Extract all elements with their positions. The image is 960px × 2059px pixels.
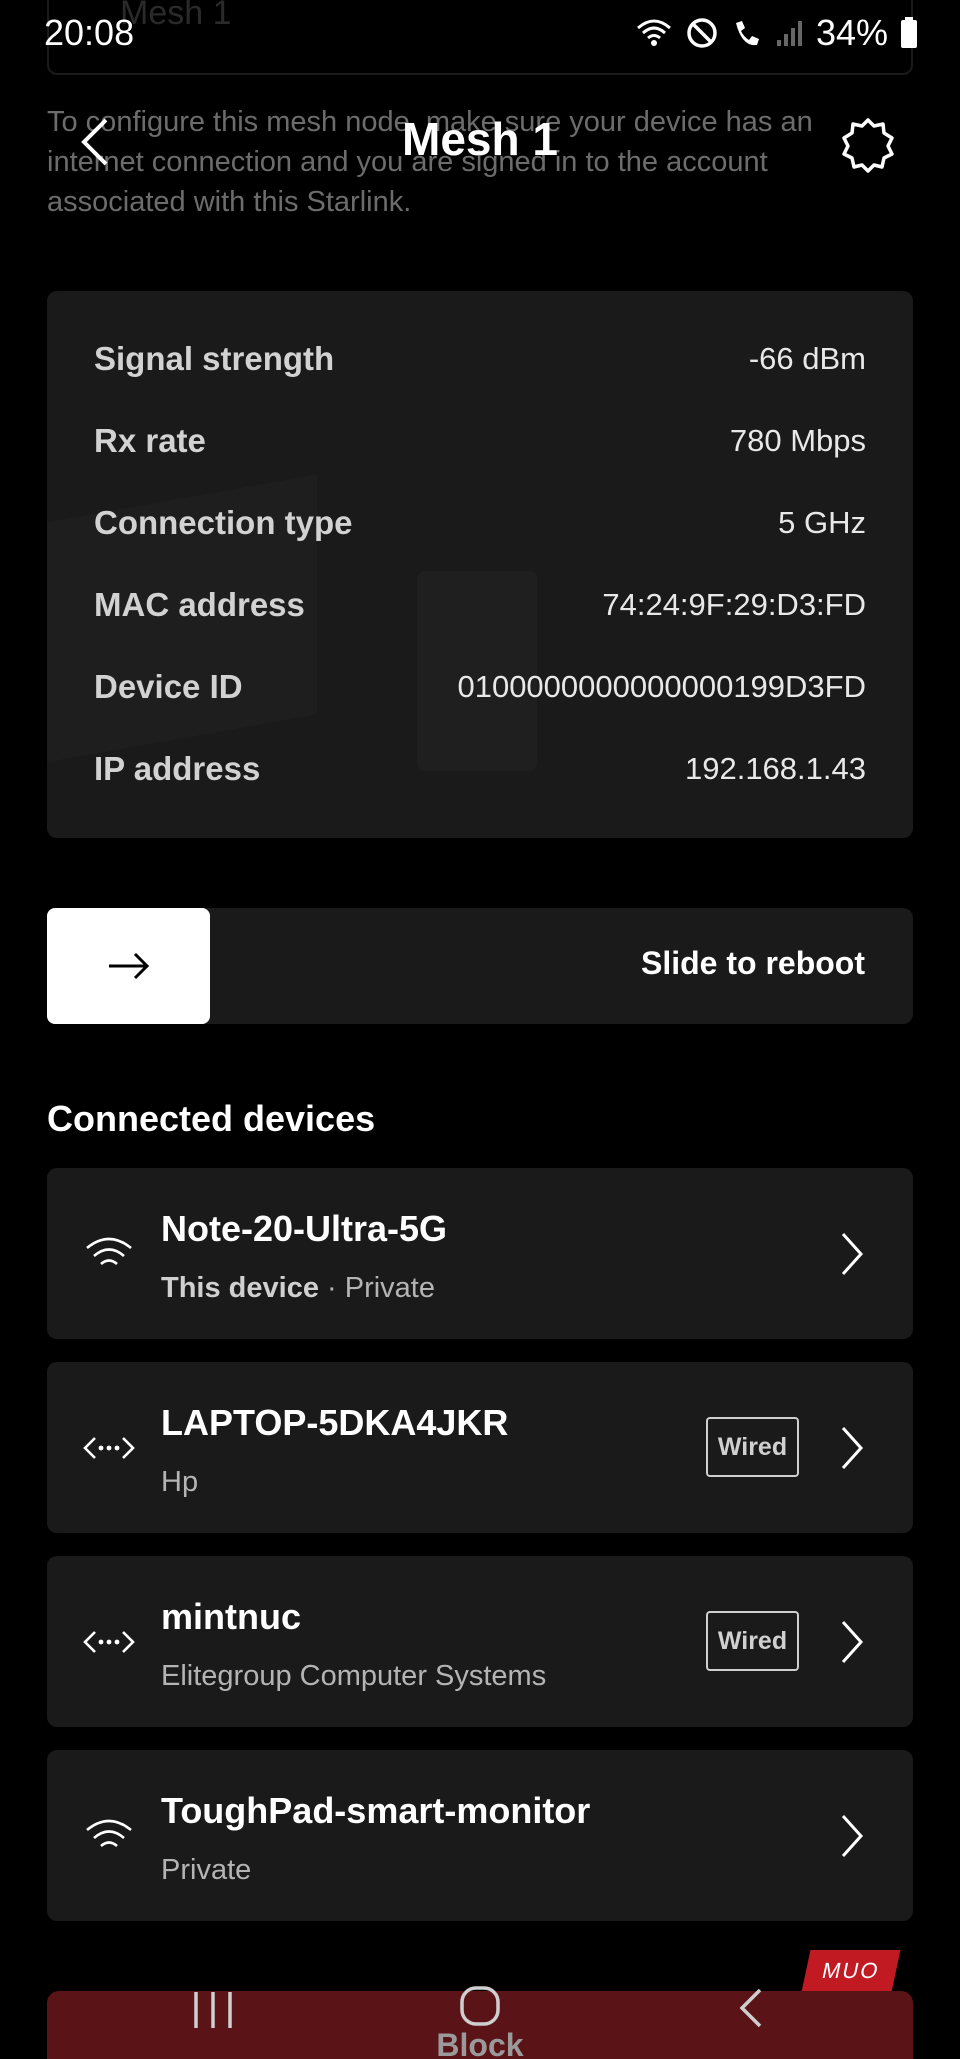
nav-back-icon[interactable] [732,1984,768,2032]
block-button-label: Block [436,2027,524,2059]
gear-icon[interactable] [838,114,898,174]
device-subtitle-text: · Private [318,1272,435,1304]
device-item-toughpad-smart-monitor[interactable]: ToughPad-smart-monitor Private [47,1750,913,1921]
page-title: Mesh 1 [402,113,558,165]
detail-row-rx-rate: Rx rate 780 Mbps [94,416,866,466]
battery-icon [901,17,917,48]
detail-row-ip-address: IP address 192.168.1.43 [94,744,866,794]
do-not-disturb-icon [687,18,717,48]
detail-value: 192.168.1.43 [684,751,866,786]
detail-value: 780 Mbps [729,423,866,458]
mesh-details-card: Signal strength -66 dBm Rx rate 780 Mbps… [47,291,913,838]
detail-label: Rx rate [94,422,206,459]
battery-percent: 34% [815,12,888,53]
chevron-right-icon [841,1426,864,1470]
device-name: ToughPad-smart-monitor [161,1790,591,1831]
device-name: Note-20-Ultra-5G [161,1208,448,1249]
detail-label: IP address [94,750,261,787]
detail-row-device-id: Device ID 0100000000000000199D3FD [94,662,866,712]
connected-devices-heading: Connected devices [47,1098,376,1139]
detail-label: Device ID [94,668,243,705]
arrow-right-icon [108,952,149,980]
detail-row-mac-address: MAC address 74:24:9F:29:D3:FD [94,580,866,630]
slide-to-reboot-handle[interactable] [47,908,210,1024]
home-icon[interactable] [458,1984,502,2028]
chevron-right-icon [841,1620,864,1664]
status-icons: 34% [634,12,918,54]
device-name: LAPTOP-5DKA4JKR [161,1402,509,1443]
wifi-calling-icon [636,19,671,46]
device-subtitle: Private [161,1854,252,1886]
status-time: 20:08 [44,12,135,53]
signal-icon [776,21,802,46]
slide-to-reboot-label: Slide to reboot [641,945,865,981]
status-bar: 20:08 34% [0,0,960,70]
detail-value: 0100000000000000199D3FD [457,669,866,704]
detail-row-signal-strength: Signal strength -66 dBm [94,334,866,384]
device-item-note-20-ultra-5g[interactable]: Note-20-Ultra-5G This device · Private [47,1168,913,1339]
device-item-laptop-5dka4jkr[interactable]: LAPTOP-5DKA4JKR Hp Wired [47,1362,913,1533]
device-subtitle: This device · Private [161,1272,435,1305]
device-subtitle: Elitegroup Computer Systems [161,1660,547,1692]
ethernet-icon [83,1437,135,1459]
device-name: mintnuc [161,1596,301,1637]
device-item-mintnuc[interactable]: mintnuc Elitegroup Computer Systems Wire… [47,1556,913,1727]
muo-watermark-logo: MUO [801,1950,901,1992]
device-subtitle: Hp [161,1466,199,1498]
detail-value: 74:24:9F:29:D3:FD [602,587,866,622]
detail-label: MAC address [94,586,305,623]
wifi-icon [86,1237,132,1266]
chevron-right-icon [841,1814,864,1858]
device-subtitle-bold: This device [161,1272,319,1304]
detail-value: 5 GHz [778,505,866,540]
detail-value: -66 dBm [748,341,866,376]
wired-badge: Wired [706,1611,799,1671]
detail-label: Connection type [94,504,353,541]
detail-label: Signal strength [94,340,335,377]
detail-row-connection-type: Connection type 5 GHz [94,498,866,548]
wired-badge: Wired [706,1417,799,1477]
chevron-right-icon [841,1232,864,1276]
volte-icon [735,21,759,46]
wifi-icon [86,1819,132,1848]
ethernet-icon [83,1631,135,1653]
recent-apps-icon[interactable] [190,1988,236,2032]
